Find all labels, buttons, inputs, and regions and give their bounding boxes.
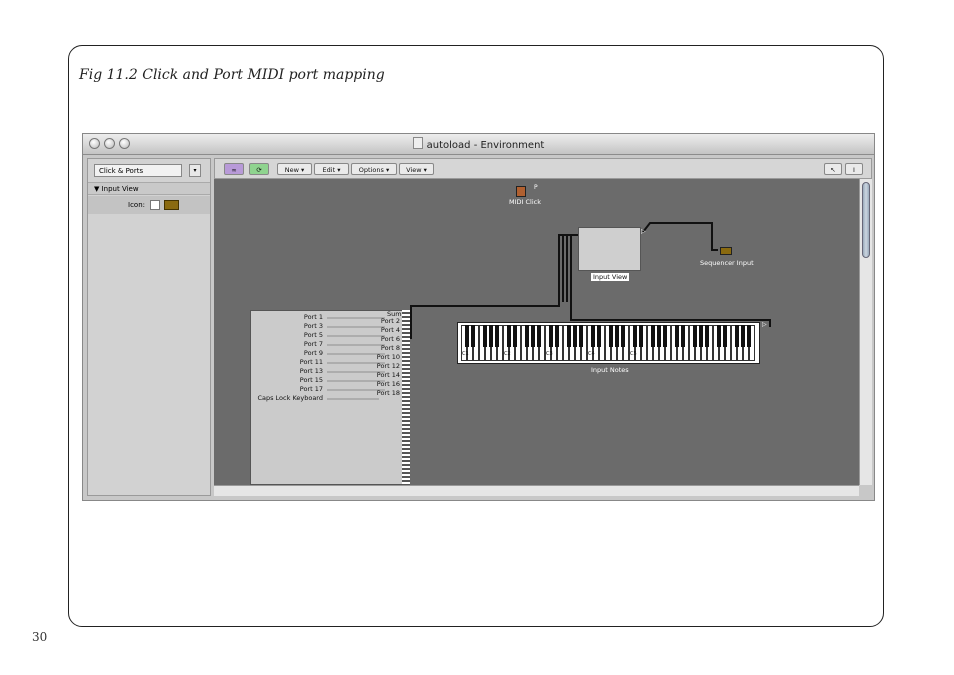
input-view-label: Input View [591, 273, 630, 281]
scroll-thumb[interactable] [862, 182, 870, 258]
icon-row: Icon: [88, 196, 210, 214]
black-key[interactable] [495, 325, 499, 347]
black-key[interactable] [639, 325, 643, 347]
black-key[interactable] [699, 325, 703, 347]
window-title: autoload - Environment [426, 140, 545, 151]
vertical-scrollbar[interactable] [859, 179, 872, 485]
black-key[interactable] [525, 325, 529, 347]
black-key[interactable] [723, 325, 727, 347]
midi-click-label: MIDI Click [509, 198, 542, 206]
port-leader-lines [327, 317, 385, 400]
black-key[interactable] [633, 325, 637, 347]
black-key[interactable] [741, 325, 745, 347]
black-key[interactable] [531, 325, 535, 347]
horizontal-scrollbar[interactable] [214, 485, 859, 496]
black-key[interactable] [615, 325, 619, 347]
port-left-label: Port 13 [299, 367, 323, 375]
black-key[interactable] [513, 325, 517, 347]
menu-new[interactable]: New ▾ [277, 163, 312, 175]
midi-click-icon[interactable] [516, 186, 526, 197]
black-key[interactable] [537, 325, 541, 347]
black-key[interactable] [657, 325, 661, 347]
toolbar: ∞ ⟳ New ▾ Edit ▾ Options ▾ View ▾ ↖ I [214, 158, 872, 179]
layer-select[interactable]: Click & Ports [94, 164, 182, 177]
black-key[interactable] [597, 325, 601, 347]
inspector-section-header[interactable]: ▼ Input View [88, 182, 210, 195]
link-icon[interactable]: ∞ [224, 163, 244, 175]
octave-label: C3 [546, 351, 553, 357]
port-outlets[interactable] [402, 310, 410, 485]
port-left-label: Port 9 [303, 349, 323, 357]
black-key[interactable] [489, 325, 493, 347]
object-icon-swatch[interactable] [164, 200, 179, 210]
menu-view[interactable]: View ▾ [399, 163, 434, 175]
black-key[interactable] [663, 325, 667, 347]
black-key[interactable] [717, 325, 721, 347]
text-tool-icon[interactable]: I [845, 163, 863, 175]
black-key[interactable] [567, 325, 571, 347]
octave-label: C1 [462, 351, 469, 357]
black-key[interactable] [471, 325, 475, 347]
port-left-label: Port 3 [303, 322, 323, 330]
pointer-tool-icon[interactable]: ↖ [824, 163, 842, 175]
black-key[interactable] [747, 325, 751, 347]
midi-monitor-icon[interactable]: ⟳ [249, 163, 269, 175]
black-key[interactable] [465, 325, 469, 347]
octave-label: C5 [630, 351, 637, 357]
black-key[interactable] [507, 325, 511, 347]
sequencer-input-label: Sequencer Input [700, 259, 754, 267]
port-left-label: Port 7 [303, 340, 323, 348]
port-left-label: Port 11 [299, 358, 323, 366]
input-notes-keyboard[interactable]: C1 C2 C3 C4 C5 [457, 322, 760, 364]
document-icon [412, 137, 423, 149]
black-key[interactable] [555, 325, 559, 347]
black-key[interactable] [693, 325, 697, 347]
port-left-label: Port 15 [299, 376, 323, 384]
port-left-label: Port 5 [303, 331, 323, 339]
black-key[interactable] [573, 325, 577, 347]
black-key[interactable] [549, 325, 553, 347]
environment-canvas[interactable]: P MIDI Click ▷ Input View Sequencer Inpu… [214, 179, 859, 485]
environment-window: autoload - Environment Click & Ports ▾ ▼… [82, 133, 875, 501]
figure-caption: Fig 11.2 Click and Port MIDI port mappin… [79, 67, 385, 83]
physical-input-object[interactable]: Sum Port 1 Port 3 Port 5 Port 7 Port 9 P… [250, 310, 404, 485]
black-key[interactable] [651, 325, 655, 347]
black-key[interactable] [675, 325, 679, 347]
title-bar: autoload - Environment [83, 134, 874, 155]
input-notes-label: Input Notes [591, 366, 629, 374]
icon-label: Icon: [128, 201, 145, 209]
black-key[interactable] [735, 325, 739, 347]
octave-label: C2 [504, 351, 511, 357]
black-key[interactable] [681, 325, 685, 347]
black-key[interactable] [705, 325, 709, 347]
octave-label: C4 [588, 351, 595, 357]
sequencer-input-icon[interactable] [720, 247, 732, 255]
black-key[interactable] [579, 325, 583, 347]
black-key[interactable] [591, 325, 595, 347]
black-key[interactable] [621, 325, 625, 347]
menu-options[interactable]: Options ▾ [351, 163, 397, 175]
black-key[interactable] [609, 325, 613, 347]
input-view-object[interactable] [578, 227, 641, 271]
port-left-label: Caps Lock Keyboard [257, 394, 323, 402]
menu-edit[interactable]: Edit ▾ [314, 163, 349, 175]
port-left-label: Port 17 [299, 385, 323, 393]
midi-click-flag: P [534, 184, 538, 191]
page-number: 30 [32, 630, 48, 644]
inspector-panel: Click & Ports ▾ ▼ Input View Icon: [87, 158, 211, 496]
black-key[interactable] [483, 325, 487, 347]
icon-checkbox[interactable] [150, 200, 160, 210]
layer-dropdown-arrow-icon[interactable]: ▾ [189, 164, 201, 177]
port-left-label: Port 1 [303, 313, 323, 321]
